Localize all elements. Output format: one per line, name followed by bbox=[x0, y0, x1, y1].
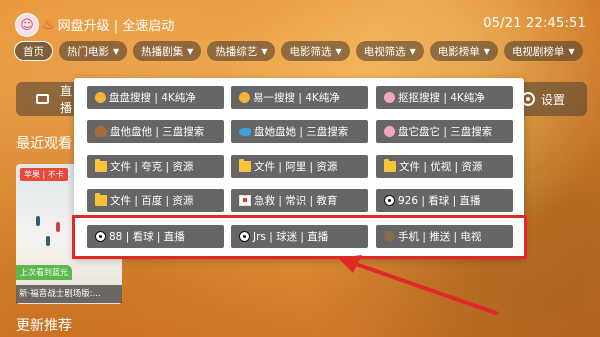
tab-label: 电影榜单 bbox=[437, 45, 480, 58]
snail-icon bbox=[95, 126, 107, 137]
tab-movie-filter[interactable]: 电影筛选 ▼ bbox=[281, 41, 350, 61]
tab-label: 热播剧集 bbox=[141, 45, 184, 58]
fish-icon bbox=[239, 127, 251, 136]
tab-tv-ranking[interactable]: 电视剧榜单 ▼ bbox=[503, 41, 583, 61]
poster-figure bbox=[46, 236, 50, 246]
filter-icon: ▼ bbox=[568, 46, 575, 56]
recent-section-title: 最近观看 bbox=[16, 136, 72, 152]
source-button-label: 急救 | 常识 | 教育 bbox=[254, 195, 338, 207]
tab-label: 热门电影 bbox=[67, 45, 109, 58]
source-button[interactable]: 抠抠搜搜 | 4K纯净 bbox=[376, 86, 513, 109]
camera-icon bbox=[36, 94, 49, 104]
folder-icon bbox=[95, 159, 107, 172]
tab-label: 电影筛选 bbox=[289, 45, 332, 58]
source-button-label: 926 | 看球 | 直播 bbox=[398, 195, 481, 207]
tab-hot-variety[interactable]: 热播综艺 ▼ bbox=[207, 41, 276, 61]
poster-figure bbox=[36, 216, 40, 226]
tab-hot-movies[interactable]: 热门电影 ▼ bbox=[59, 41, 128, 61]
source-button[interactable]: 文件 | 优视 | 资源 bbox=[376, 155, 513, 178]
source-button[interactable]: 盘她盘她 | 三盘搜索 bbox=[231, 120, 368, 143]
filter-icon: ▼ bbox=[187, 46, 194, 56]
filter-icon: ▼ bbox=[261, 46, 268, 56]
pig-icon bbox=[384, 126, 395, 137]
source-button-label: 盘她盘她 | 三盘搜索 bbox=[254, 126, 349, 138]
settings-tile[interactable]: 设置 bbox=[515, 82, 587, 116]
source-button[interactable]: 易一搜搜 | 4K纯净 bbox=[231, 86, 368, 109]
live-tile[interactable]: 直播 bbox=[16, 82, 82, 116]
folder-icon bbox=[239, 159, 251, 172]
source-button-label: 抠抠搜搜 | 4K纯净 bbox=[398, 92, 485, 104]
source-button-label: 文件 | 百度 | 资源 bbox=[110, 195, 194, 207]
filter-icon: ▼ bbox=[409, 46, 416, 56]
tab-movie-ranking[interactable]: 电影榜单 ▼ bbox=[429, 41, 498, 61]
source-button-label: 易一搜搜 | 4K纯净 bbox=[253, 92, 340, 104]
poster-figure bbox=[56, 222, 60, 232]
source-button[interactable]: 文件 | 夸克 | 资源 bbox=[87, 155, 224, 178]
ambulance-icon bbox=[239, 195, 251, 206]
filter-icon: ▼ bbox=[483, 46, 490, 56]
source-button[interactable]: 文件 | 百度 | 资源 bbox=[87, 189, 224, 212]
settings-label: 设置 bbox=[541, 92, 566, 107]
filter-icon: ▼ bbox=[335, 46, 342, 56]
recommend-section-title: 更新推荐 bbox=[16, 318, 72, 334]
avatar[interactable]: ☺ bbox=[15, 13, 39, 37]
tab-home[interactable]: 首页 bbox=[14, 41, 53, 61]
source-button[interactable]: 文件 | 阿里 | 资源 bbox=[231, 155, 368, 178]
source-button-label: 文件 | 夸克 | 资源 bbox=[110, 161, 194, 173]
source-badge: 苹果 | 不卡 bbox=[20, 168, 68, 181]
face-icon bbox=[239, 92, 250, 103]
source-button-label: 盘它盘它 | 三盘搜索 bbox=[398, 126, 493, 138]
tab-label: 电视剧榜单 bbox=[511, 45, 565, 58]
app-screen: ☺ ♨ 网盘升级 | 全速启动 05/21 22:45:51 首页 热门电影 ▼ … bbox=[0, 0, 600, 337]
source-button[interactable]: 急救 | 常识 | 教育 bbox=[231, 189, 368, 212]
source-button[interactable]: 926 | 看球 | 直播 bbox=[376, 189, 513, 212]
source-button-label: 盘盘搜搜 | 4K纯净 bbox=[109, 92, 196, 104]
watch-progress-badge: 上次看到蓝光 bbox=[16, 265, 72, 280]
app-title-text: 网盘升级 | 全速启动 bbox=[57, 19, 175, 34]
soccer-ball-icon bbox=[384, 195, 395, 206]
tab-label: 热播综艺 bbox=[215, 45, 258, 58]
app-title: ♨ 网盘升级 | 全速启动 bbox=[42, 15, 175, 35]
face-icon bbox=[95, 92, 106, 103]
poster-title: 新·福音战士剧场版:... bbox=[16, 285, 122, 303]
tab-label: 电视筛选 bbox=[363, 45, 406, 58]
tab-tv-filter[interactable]: 电视筛选 ▼ bbox=[355, 41, 424, 61]
filter-icon: ▼ bbox=[113, 46, 120, 56]
folder-icon bbox=[384, 159, 396, 172]
tab-hot-series[interactable]: 热播剧集 ▼ bbox=[133, 41, 202, 61]
highlight-box bbox=[72, 215, 527, 259]
clock: 05/21 22:45:51 bbox=[483, 16, 586, 31]
source-button[interactable]: 盘它盘它 | 三盘搜索 bbox=[376, 120, 513, 143]
folder-icon bbox=[95, 193, 107, 206]
source-button[interactable]: 盘盘搜搜 | 4K纯净 bbox=[87, 86, 224, 109]
source-button-label: 文件 | 优视 | 资源 bbox=[399, 161, 483, 173]
pig-icon bbox=[384, 92, 395, 103]
hot-spring-icon: ♨ bbox=[42, 16, 55, 33]
source-button-label: 文件 | 阿里 | 资源 bbox=[254, 161, 338, 173]
source-button-label: 盘他盘他 | 三盘搜索 bbox=[110, 126, 205, 138]
source-button[interactable]: 盘他盘他 | 三盘搜索 bbox=[87, 120, 224, 143]
tab-label: 首页 bbox=[23, 45, 44, 58]
tab-bar: 首页 热门电影 ▼ 热播剧集 ▼ 热播综艺 ▼ 电影筛选 ▼ 电视筛选 ▼ 电影榜单 ▼ 电… bbox=[14, 41, 583, 61]
